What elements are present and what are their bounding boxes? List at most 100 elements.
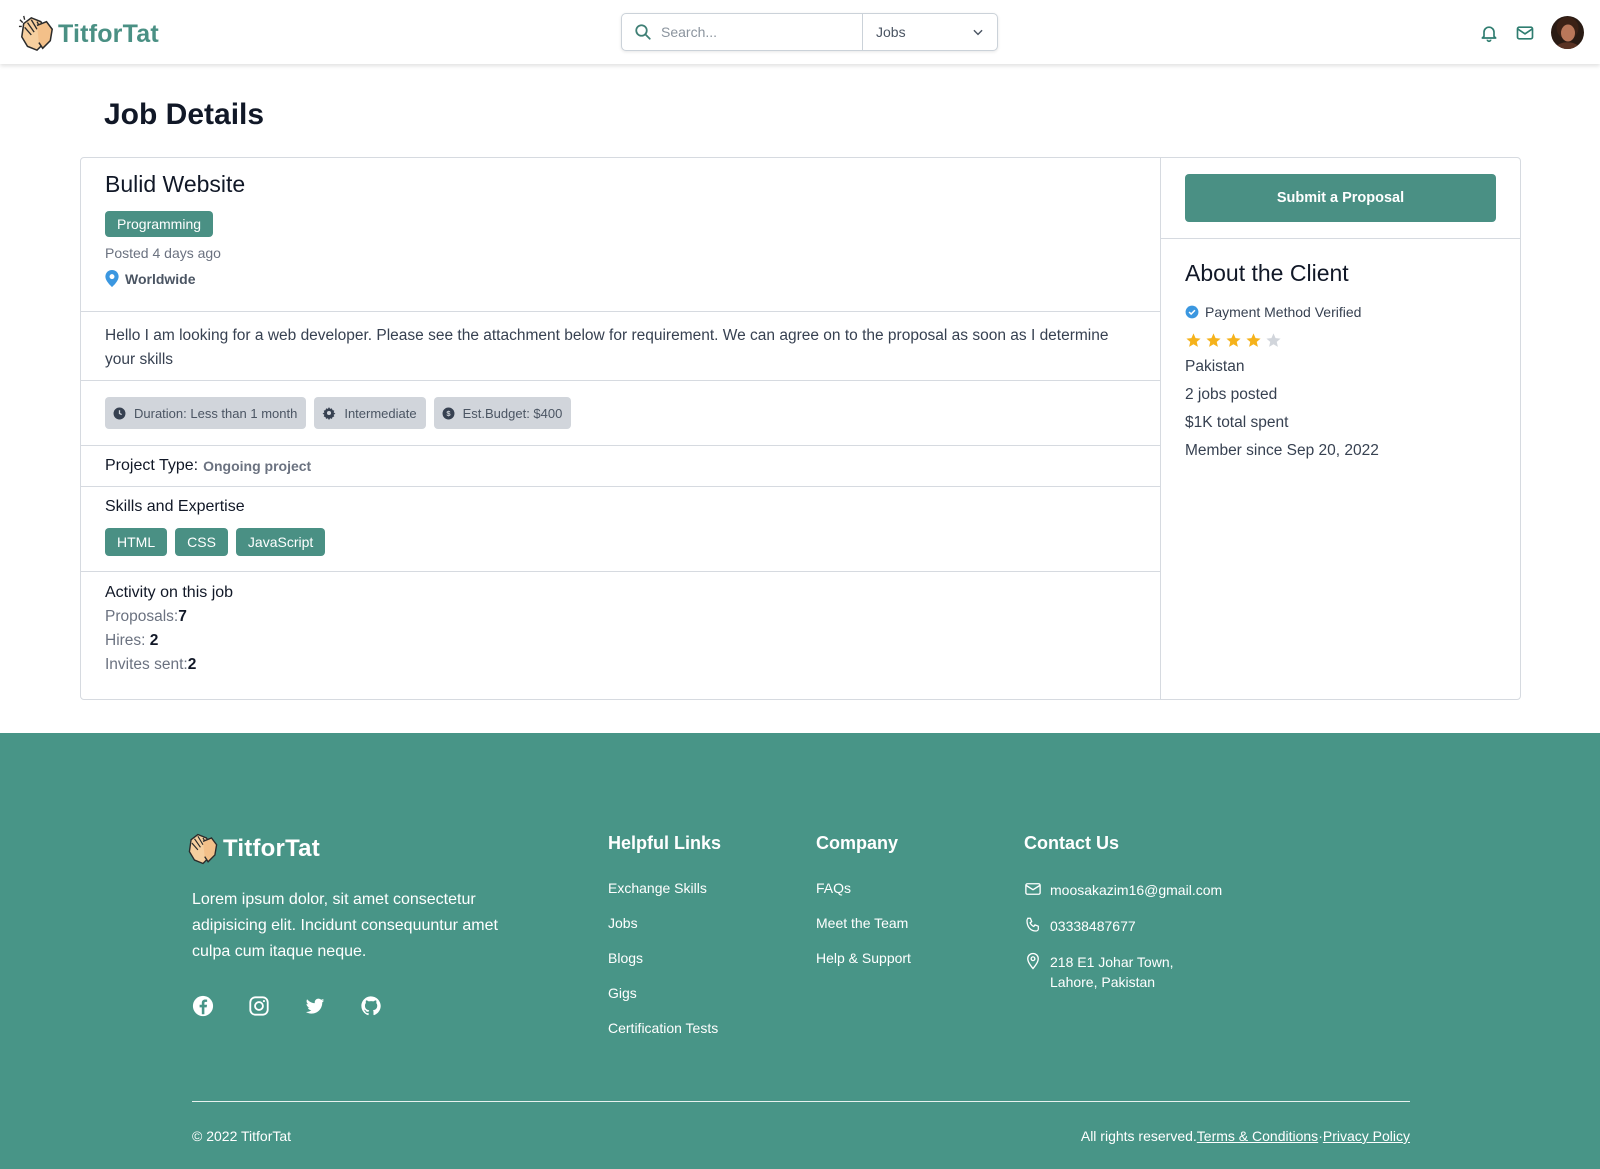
duration-text: Duration: Less than 1 month: [134, 405, 298, 421]
submit-proposal-button[interactable]: Submit a Proposal: [1185, 174, 1496, 222]
job-meta-section: Duration: Less than 1 month Intermediate…: [81, 381, 1160, 446]
client-total-spent: $1K total spent: [1185, 414, 1289, 431]
footer-link-gigs[interactable]: Gigs: [608, 985, 721, 1001]
duration-pill: Duration: Less than 1 month: [105, 397, 307, 429]
skills-section: Skills and Expertise HTML CSS JavaScript: [81, 487, 1160, 572]
project-type-section: Project Type: Ongoing project: [81, 446, 1160, 487]
twitter-icon[interactable]: [304, 995, 326, 1017]
budget-text: Est.Budget: $400: [462, 405, 563, 421]
copyright: © 2022 TitforTat: [192, 1128, 292, 1144]
skill-tag[interactable]: CSS: [175, 528, 228, 556]
contact-address: 218 E1 Johar Town, Lahore, Pakistan: [1024, 952, 1222, 992]
footer-divider: [192, 1101, 1410, 1102]
terms-link[interactable]: Terms & Conditions: [1197, 1128, 1318, 1144]
footer-link-certification-tests[interactable]: Certification Tests: [608, 1020, 721, 1036]
star-filled-icon: [1226, 333, 1241, 347]
search-category-value: Jobs: [876, 24, 906, 40]
clock-icon: [113, 407, 126, 419]
job-title: Bulid Website: [105, 171, 246, 197]
dollar-icon: $: [442, 407, 455, 419]
client-country: Pakistan: [1185, 358, 1245, 375]
user-avatar[interactable]: [1551, 16, 1584, 49]
verified-check-icon: [1185, 305, 1199, 319]
contact-heading: Contact Us: [1024, 833, 1120, 853]
activity-section: Activity on this job Proposals:7 Hires: …: [81, 572, 1160, 674]
clapping-hands-logo-icon: [18, 15, 54, 52]
footer-description: Lorem ipsum dolor, sit amet consectetur …: [192, 891, 498, 960]
avatar-image: [1551, 16, 1584, 49]
gear-icon: [322, 407, 336, 420]
footer-brand-name: TitforTat: [223, 835, 320, 862]
activity-heading: Activity on this job: [105, 584, 234, 601]
posted-time: Posted 4 days ago: [105, 245, 221, 261]
instagram-icon[interactable]: [248, 995, 270, 1017]
skill-tag[interactable]: HTML: [105, 528, 168, 556]
nav-actions: [1479, 16, 1584, 49]
skills-list: HTML CSS JavaScript: [105, 528, 1136, 556]
star-filled-icon: [1206, 333, 1221, 347]
phone-icon: [1026, 917, 1039, 932]
location-text: Worldwide: [125, 270, 196, 287]
contact-column: Contact Us moosakazim16@gmail.com 033384…: [1024, 833, 1222, 1008]
job-description: Hello I am looking for a web developer. …: [81, 312, 1160, 381]
proposals-count: Proposals:7: [105, 608, 1136, 626]
proposals-label: Proposals:: [105, 608, 179, 625]
contact-email[interactable]: moosakazim16@gmail.com: [1024, 880, 1222, 900]
bell-icon[interactable]: [1479, 23, 1499, 43]
job-location: Worldwide: [105, 270, 1136, 287]
top-navbar: TitforTat Search... Jobs: [0, 0, 1600, 64]
company-heading: Company: [816, 833, 899, 853]
helpful-links-heading: Helpful Links: [608, 833, 722, 853]
contact-address-text: 218 E1 Johar Town, Lahore, Pakistan: [1050, 952, 1174, 992]
footer-link-jobs[interactable]: Jobs: [608, 915, 721, 931]
client-rating: [1185, 332, 1496, 349]
star-filled-icon: [1246, 333, 1261, 347]
hires-count: Hires: 2: [105, 632, 1136, 650]
search-category-select[interactable]: Jobs: [863, 14, 997, 50]
mail-icon[interactable]: [1515, 23, 1535, 43]
helpful-links-column: Helpful Links Exchange Skills Jobs Blogs…: [608, 833, 721, 1055]
proposals-value: 7: [178, 608, 187, 625]
search-placeholder: Search...: [661, 24, 718, 40]
project-type-label: Project Type:: [105, 457, 199, 474]
invites-count: Invites sent:2: [105, 656, 1136, 674]
skills-heading: Skills and Expertise: [105, 498, 245, 515]
location-pin-icon: [105, 270, 119, 287]
privacy-link[interactable]: Privacy Policy: [1323, 1128, 1410, 1144]
location-pin-icon: [1027, 952, 1039, 970]
page-title: Job Details: [104, 98, 265, 131]
search-input[interactable]: Search...: [622, 14, 863, 50]
about-client-heading: About the Client: [1185, 260, 1349, 286]
contact-email-text: moosakazim16@gmail.com: [1050, 882, 1223, 898]
level-text: Intermediate: [344, 405, 417, 421]
footer-link-help-support[interactable]: Help & Support: [816, 950, 911, 966]
invites-value: 2: [187, 656, 197, 673]
facebook-icon[interactable]: [192, 995, 214, 1017]
budget-pill: $ Est.Budget: $400: [433, 397, 572, 429]
job-info-panel: Bulid Website Programming Posted 4 days …: [81, 158, 1161, 699]
mail-icon: [1025, 883, 1041, 895]
social-links: [192, 995, 382, 1017]
job-details-card: Bulid Website Programming Posted 4 days …: [80, 157, 1521, 700]
hires-value: 2: [149, 632, 159, 649]
chevron-down-icon: [973, 29, 983, 36]
category-badge: Programming: [105, 211, 214, 237]
footer-link-faqs[interactable]: FAQs: [816, 880, 911, 896]
brand-logo[interactable]: TitforTat: [18, 14, 159, 54]
footer-link-exchange-skills[interactable]: Exchange Skills: [608, 880, 721, 896]
site-footer: TitforTat Lorem ipsum dolor, sit amet co…: [0, 733, 1600, 1169]
about-client: About the Client Payment Method Verified…: [1161, 239, 1520, 481]
address-line-2: Lahore, Pakistan: [1050, 974, 1156, 990]
footer-link-meet-the-team[interactable]: Meet the Team: [816, 915, 911, 931]
contact-phone[interactable]: 03338487677: [1024, 916, 1222, 936]
brand-name: TitforTat: [58, 19, 159, 48]
payment-verified: Payment Method Verified: [1185, 304, 1496, 320]
project-type-value: Ongoing project: [203, 458, 312, 474]
footer-link-blogs[interactable]: Blogs: [608, 950, 721, 966]
client-jobs-posted: 2 jobs posted: [1185, 386, 1278, 403]
footer-logo[interactable]: TitforTat: [186, 830, 320, 868]
skill-tag[interactable]: JavaScript: [235, 528, 326, 556]
legal-links: All rights reserved. Terms & Conditions …: [1081, 1128, 1410, 1144]
search-bar: Search... Jobs: [621, 13, 998, 51]
github-icon[interactable]: [360, 995, 382, 1017]
